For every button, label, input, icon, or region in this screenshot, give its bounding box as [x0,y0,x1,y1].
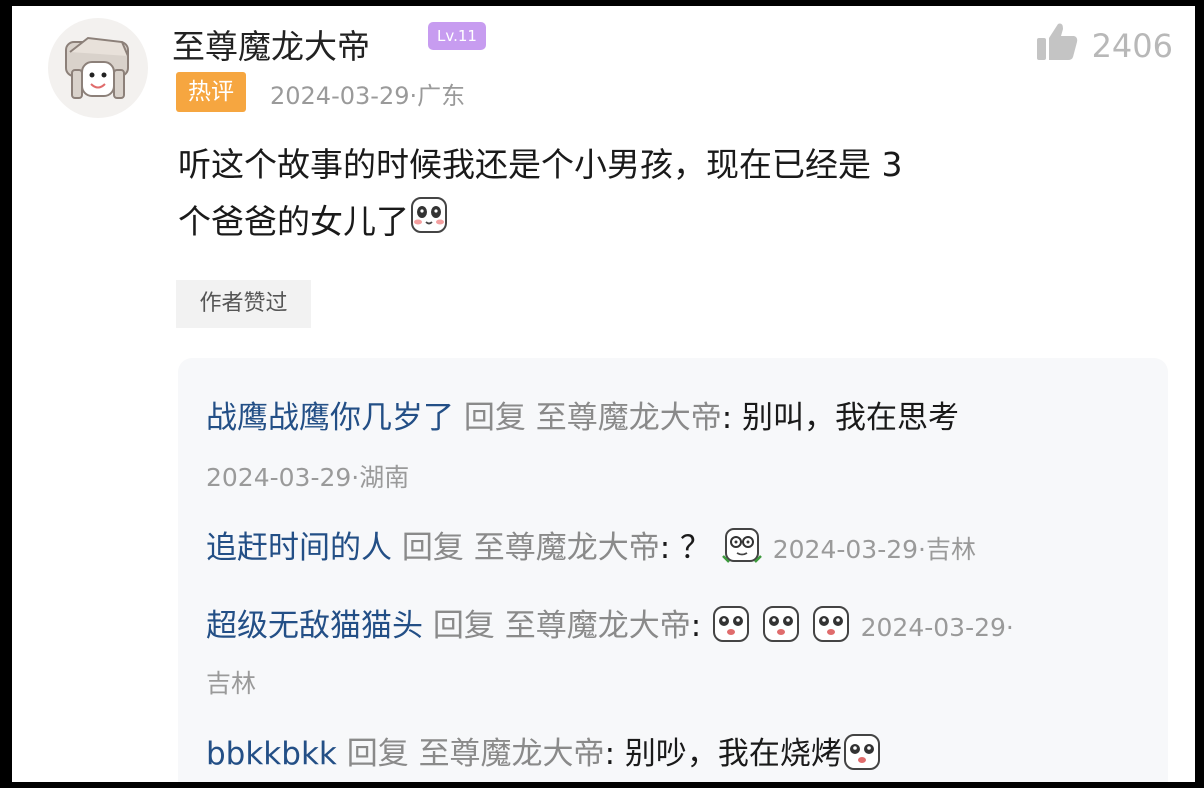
reply-item[interactable]: 追赶时间的人 回复 至尊魔龙大帝: ？ 2024-03-29·吉林 [206,522,976,574]
reply-target[interactable]: 至尊魔龙大帝 [505,608,691,644]
reply-text: ？ [680,530,712,566]
reply-nickname[interactable]: bbkkbkk [206,736,337,772]
reply-nickname[interactable]: 追赶时间的人 [206,530,392,566]
thumbs-up-icon [1036,22,1078,70]
like-button[interactable]: 2406 [1036,22,1173,70]
comment-text-line-2: 个爸爸的女儿了 [178,193,1158,252]
comment-body: 听这个故事的时候我还是个小男孩，现在已经是 3 个爸爸的女儿了 [178,136,1158,252]
comment-text-line-1: 听这个故事的时候我还是个小男孩，现在已经是 3 [178,145,903,184]
reply-colon: : [604,736,616,772]
panda-face-emoji-icon [711,604,751,652]
reply-colon: : [690,608,702,644]
reply-verb: 回复 [346,736,409,772]
avatar[interactable] [48,18,148,118]
reply-date-location: 2024-03-29·吉林 [772,535,976,564]
panda-blush-emoji-icon [409,195,449,252]
reply-verb: 回复 [432,608,495,644]
reply-target[interactable]: 至尊魔龙大帝 [419,736,605,772]
panda-face-emoji-icon [761,604,801,652]
reply-item[interactable]: 超级无敌猫猫头 回复 至尊魔龙大帝: 2024-03-29· [206,600,1014,652]
comment-card: 至尊魔龙大帝 Lv.11 2406 热评 2024-03-29·广东 听这个故事… [12,6,1195,782]
reply-item[interactable]: 战鹰战鹰你几岁了 回复 至尊魔龙大帝: 别叫，我在思考 [206,392,959,437]
hot-comment-badge: 热评 [176,72,246,112]
reply-verb: 回复 [463,400,526,436]
author-liked-tag: 作者赞过 [176,280,311,328]
like-count: 2406 [1091,27,1173,65]
level-badge: Lv.11 [428,22,486,50]
reply-date: 2024-03-29· [860,613,1014,642]
reply-target[interactable]: 至尊魔龙大帝 [536,400,722,436]
comment-date-location: 2024-03-29·广东 [270,82,466,110]
reply-item[interactable]: bbkkbkk 回复 至尊魔龙大帝: 别吵，我在烧烤 [206,728,882,780]
reply-nickname[interactable]: 超级无敌猫猫头 [206,608,423,644]
reply-verb: 回复 [401,530,464,566]
reply-colon: : [721,400,733,436]
username[interactable]: 至尊魔龙大帝 [172,20,370,68]
panda-dizzy-emoji-icon [721,526,763,574]
reply-nickname[interactable]: 战鹰战鹰你几岁了 [206,400,454,436]
comment-text-line-2-text: 个爸爸的女儿了 [178,202,409,241]
reply-colon: : [659,530,671,566]
panda-face-emoji-icon [811,604,851,652]
reply-text: 别吵，我在烧烤 [624,736,842,772]
reply-section: 战鹰战鹰你几岁了 回复 至尊魔龙大帝: 别叫，我在思考 2024-03-29·湖… [178,358,1168,782]
panda-face-emoji-icon [842,732,882,780]
reply-location: 吉林 [206,669,257,698]
reply-target[interactable]: 至尊魔龙大帝 [474,530,660,566]
reply-date-location: 2024-03-29·湖南 [206,463,410,492]
reply-text: 别叫，我在思考 [742,400,960,436]
